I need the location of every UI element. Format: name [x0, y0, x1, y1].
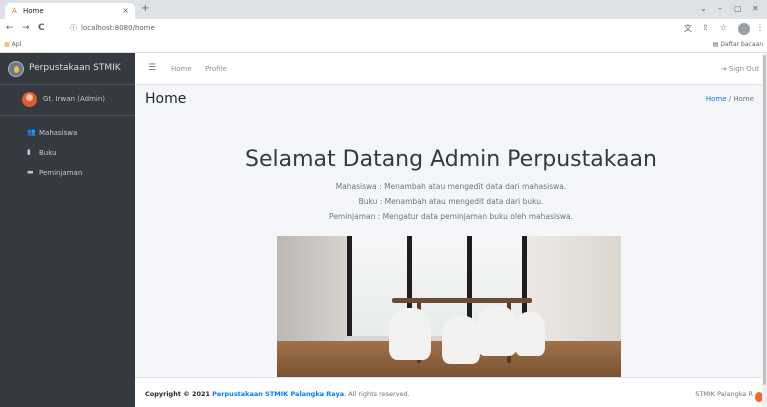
forward-button[interactable]: → — [22, 23, 30, 33]
new-tab-button[interactable]: + — [141, 3, 149, 14]
breadcrumb-home-link[interactable]: Home — [706, 95, 727, 103]
browser-tabbar: A Home × + ⌄ – ▢ ✕ — [0, 0, 767, 19]
maximize-button[interactable]: ▢ — [734, 4, 742, 13]
sidebar-item-label: Mahasiswa — [39, 129, 78, 137]
back-button[interactable]: ← — [6, 23, 14, 33]
url-input[interactable]: ⓘ localhost:8080/home — [68, 22, 664, 36]
apps-bookmark[interactable]: ▦ Apl — [4, 41, 21, 48]
breadcrumb-separator: / — [728, 95, 732, 103]
breadcrumb: Home / Home — [706, 95, 754, 103]
tab-search-icon[interactable]: ⌄ — [700, 4, 707, 13]
reading-list-label: Daftar bacaan — [720, 41, 763, 48]
info-icon: ⓘ — [70, 24, 77, 32]
footer-org-link[interactable]: Perpustakaan STMIK Palangka Raya — [212, 390, 344, 398]
description-peminjaman: Peminjaman : Mengatur data peminjaman bu… — [329, 212, 573, 221]
reload-button[interactable]: C — [38, 23, 45, 33]
scrollbar-thumb[interactable] — [763, 55, 766, 385]
reading-list-button[interactable]: ▤ Daftar bacaan — [713, 41, 763, 48]
nav-link-profile[interactable]: Profile — [205, 65, 227, 73]
page-scrollbar[interactable] — [762, 53, 767, 407]
tab-close-icon[interactable]: × — [122, 6, 129, 15]
hamburger-menu-icon[interactable]: ☰ — [148, 63, 156, 73]
brand-text: Perpustakaan STMIK — [29, 63, 121, 73]
users-icon: 👥 — [27, 128, 36, 136]
share-icon[interactable]: ⇪ — [702, 23, 709, 32]
library-room-image — [277, 236, 621, 377]
copyright-text: Copyright © 2021 Perpustakaan STMIK Pala… — [145, 390, 410, 398]
apps-label: Apl — [11, 41, 22, 48]
description-mahasiswa: Mahasiswa : Menambah atau mengedit data … — [335, 182, 567, 191]
copyright-prefix: Copyright © 2021 — [145, 390, 211, 398]
copyright-suffix: . All rights reserved. — [344, 390, 410, 398]
sidebar-item-label: Peminjaman — [39, 169, 83, 177]
content-wrapper: Home Home / Home Selamat Datang Admin Pe… — [135, 85, 767, 377]
brand-link[interactable]: Perpustakaan STMIK — [0, 53, 135, 85]
book-icon: ▮ — [27, 148, 31, 156]
star-icon[interactable]: ☆ — [720, 23, 727, 32]
url-text: localhost:8080/home — [81, 24, 155, 32]
breadcrumb-current: Home — [733, 95, 754, 103]
brand-logo-icon — [8, 61, 24, 77]
nav-link-home[interactable]: Home — [171, 65, 192, 73]
bookmarks-bar: ▦ Apl ▤ Daftar bacaan — [0, 39, 767, 53]
user-name: Gt. Irwan (Admin) — [43, 95, 106, 103]
sidebar-item-mahasiswa[interactable]: 👥 Mahasiswa — [0, 123, 135, 143]
sidebar-item-buku[interactable]: ▮ Buku — [0, 143, 135, 163]
welcome-heading: Selamat Datang Admin Perpustakaan — [245, 147, 657, 172]
sign-out-icon: ⇥ — [720, 65, 727, 73]
sign-out-button[interactable]: ⇥ Sign Out — [721, 65, 759, 73]
address-bar-row: ← → C ⓘ localhost:8080/home 文 ⇪ ☆ ⋮ — [0, 19, 767, 39]
translate-icon[interactable]: 文 — [684, 23, 692, 34]
user-panel[interactable]: Gt. Irwan (Admin) — [0, 85, 135, 116]
sign-out-label: Sign Out — [728, 65, 759, 73]
tab-title: Home — [23, 7, 44, 15]
sidebar-item-peminjaman[interactable]: ▬ Peminjaman — [0, 163, 135, 183]
apps-grid-icon: ▦ — [4, 41, 10, 48]
menu-icon[interactable]: ⋮ — [756, 23, 764, 32]
page-title: Home — [145, 91, 187, 107]
top-navbar: ☰ Home Profile ⇥ Sign Out — [135, 53, 767, 85]
avatar — [22, 92, 37, 107]
reading-list-icon: ▤ — [712, 41, 719, 48]
footer-right-text: STMIK Palangka R — [695, 390, 753, 398]
footer: Copyright © 2021 Perpustakaan STMIK Pala… — [135, 377, 767, 407]
sidebar-item-label: Buku — [39, 149, 57, 157]
site-favicon-icon: A — [12, 7, 17, 15]
description-buku: Buku : Menambah atau mengedit data dari … — [358, 197, 544, 206]
close-window-button[interactable]: ✕ — [752, 4, 759, 13]
profile-icon[interactable] — [738, 23, 750, 35]
browser-tab[interactable]: A Home × — [5, 3, 135, 19]
minimize-button[interactable]: – — [718, 4, 722, 13]
folder-icon: ▬ — [27, 168, 34, 176]
sidebar: Perpustakaan STMIK Gt. Irwan (Admin) 👥 M… — [0, 53, 135, 407]
